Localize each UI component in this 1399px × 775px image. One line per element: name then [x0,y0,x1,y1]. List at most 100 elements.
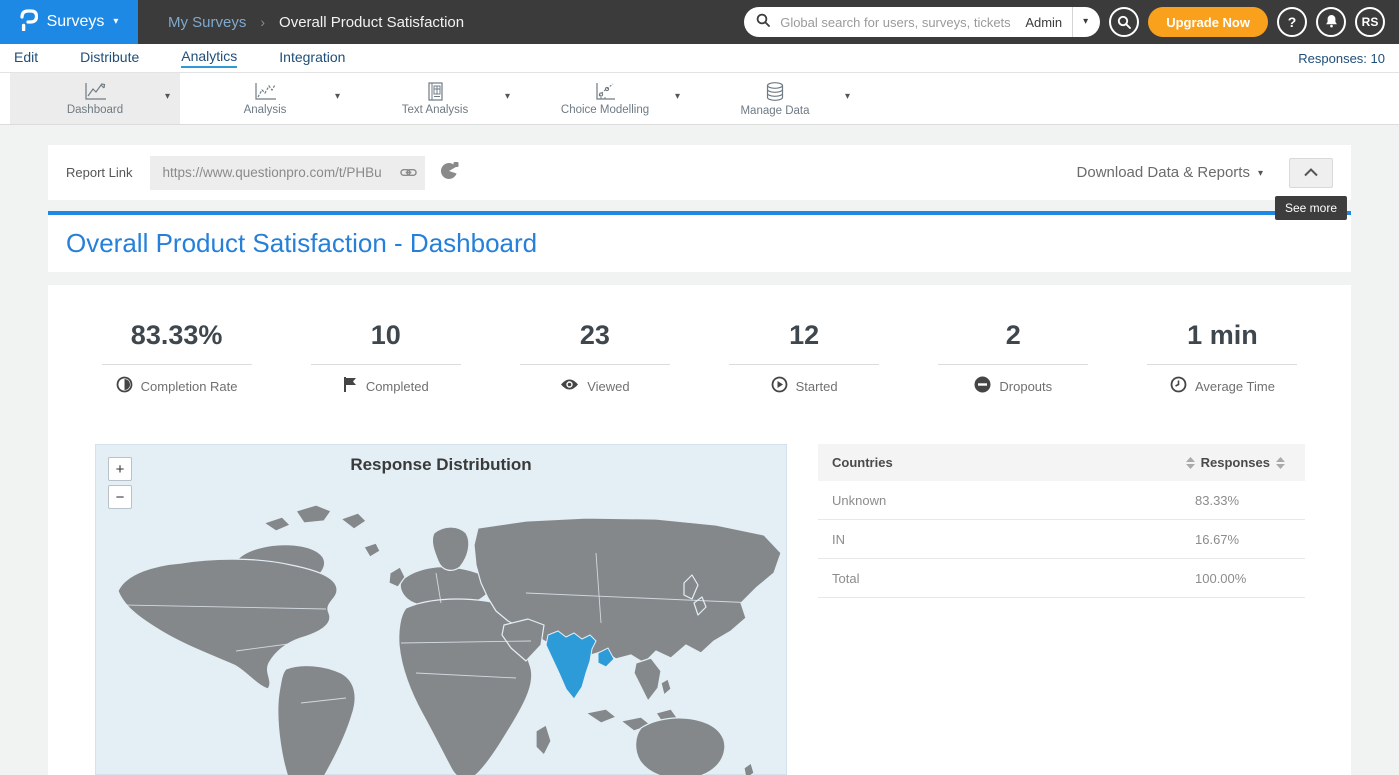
nav-tab-analytics[interactable]: Analytics [181,48,237,68]
stat-value: 2 [909,319,1118,351]
help-button[interactable]: ? [1277,7,1307,37]
table-row: Total 100.00% [818,559,1305,598]
stat-completed: 10 Completed [281,319,490,396]
play-circle-icon [771,376,788,396]
see-more-toggle-button[interactable] [1289,158,1333,188]
stat-value: 23 [490,319,699,351]
database-icon [762,81,788,103]
responses-column-header[interactable]: Responses [1201,455,1270,470]
half-circle-icon [116,376,133,396]
stat-label: Completion Rate [141,379,238,394]
stat-divider [520,364,670,365]
top-header: Surveys ▾ My Surveys › Overall Product S… [0,0,1399,44]
stat-label: Average Time [1195,379,1275,394]
stat-label: Dropouts [999,379,1052,394]
stat-label: Started [796,379,838,394]
tool-tab-label: Manage Data [740,105,809,117]
world-map[interactable] [96,473,788,775]
chain-link-icon[interactable] [400,165,417,185]
breadcrumb-my-surveys[interactable]: My Surveys [168,14,246,31]
stat-value: 12 [700,319,909,351]
flag-icon [343,376,358,396]
tool-tab-manage-data[interactable]: Manage Data ▾ [690,73,860,124]
sort-icon[interactable] [1276,457,1285,469]
chevron-down-icon[interactable]: ▾ [845,92,850,102]
country-name: IN [832,532,845,547]
surveys-product-menu[interactable]: Surveys ▾ [0,0,138,44]
stat-divider [729,364,879,365]
stat-divider [102,364,252,365]
stat-label: Completed [366,379,429,394]
tool-tab-choice-modelling[interactable]: Choice Modelling ▾ [520,73,690,124]
eye-icon [560,378,579,394]
report-link-label: Report Link [66,165,132,180]
chevron-down-icon[interactable]: ▾ [505,92,510,102]
page-title: Overall Product Satisfaction - Dashboard [66,228,537,259]
stat-divider [311,364,461,365]
stat-started: 12 Started [700,319,909,396]
tool-tab-label: Analysis [244,104,287,116]
south-america-region [278,666,355,775]
stat-dropouts: 2 Dropouts [909,319,1118,396]
stat-completion-rate: 83.33% Completion Rate [72,319,281,396]
tool-tab-text-analysis[interactable]: Text Analysis ▾ [350,73,520,124]
nav-tab-integration[interactable]: Integration [279,49,345,67]
scatter-chart-icon [592,81,618,102]
breadcrumb: My Surveys › Overall Product Satisfactio… [168,14,464,31]
report-link-bar: Report Link Download Data & Reports ▾ Se… [48,145,1351,200]
avatar-initials: RS [1362,15,1379,29]
stat-value: 83.33% [72,319,281,351]
tool-tab-analysis[interactable]: Analysis ▾ [180,73,350,124]
survey-section-nav: Edit Distribute Analytics Integration Re… [0,44,1399,73]
sort-icon[interactable] [1186,457,1195,469]
globe-share-icon[interactable] [439,161,460,184]
download-data-reports-menu[interactable]: Download Data & Reports [1077,164,1250,181]
country-responses: 100.00% [1195,571,1291,586]
chevron-down-icon[interactable]: ▾ [675,92,680,102]
line-chart-icon [252,81,278,102]
search-scope-caret-icon[interactable]: ▾ [1073,17,1100,27]
breadcrumb-current-survey: Overall Product Satisfaction [279,14,464,31]
map-title: Response Distribution [96,445,786,475]
australia-region [636,718,725,775]
map-zoom-in-button[interactable]: + [108,457,132,481]
product-name: Surveys [47,13,105,31]
chevron-down-icon[interactable]: ▾ [165,92,170,102]
stat-average-time: 1 min Average Time [1118,319,1327,396]
document-grid-icon [422,81,448,102]
india-region[interactable] [546,631,596,699]
search-button[interactable] [1109,7,1139,37]
question-mark-icon: ? [1288,14,1297,30]
chevron-down-icon[interactable]: ▾ [1258,169,1263,179]
responses-count: Responses: 10 [1298,51,1385,66]
global-search-bar[interactable]: Admin ▾ [744,7,1100,37]
questionpro-logo-icon [20,9,38,36]
see-more-tooltip: See more [1275,196,1347,220]
countries-table-header: Countries Responses [818,444,1305,481]
breadcrumb-separator-icon: › [260,14,265,30]
country-name: Unknown [832,493,886,508]
table-row: IN 16.67% [818,520,1305,559]
stat-divider [938,364,1088,365]
tool-tab-dashboard[interactable]: Dashboard ▾ [10,73,180,124]
stat-value: 1 min [1118,319,1327,351]
search-icon [756,13,770,32]
report-link-input[interactable] [150,156,425,190]
nav-tab-edit[interactable]: Edit [14,49,38,67]
notifications-button[interactable] [1316,7,1346,37]
stat-value: 10 [281,319,490,351]
search-scope-label: Admin [1015,15,1072,30]
table-row: Unknown 83.33% [818,481,1305,520]
nav-tab-distribute[interactable]: Distribute [80,49,139,67]
countries-column-header[interactable]: Countries [832,455,893,470]
dashboard-page: Report Link Download Data & Reports ▾ Se… [0,125,1399,775]
global-search-input[interactable] [778,14,1015,31]
chevron-down-icon: ▾ [113,17,118,27]
user-avatar[interactable]: RS [1355,7,1385,37]
title-bar: Overall Product Satisfaction - Dashboard [48,215,1351,272]
map-zoom-out-button[interactable]: − [108,485,132,509]
header-actions: Admin ▾ Upgrade Now ? RS [744,7,1399,37]
minus-circle-icon [974,376,991,396]
chevron-down-icon[interactable]: ▾ [335,92,340,102]
upgrade-now-button[interactable]: Upgrade Now [1148,7,1268,37]
